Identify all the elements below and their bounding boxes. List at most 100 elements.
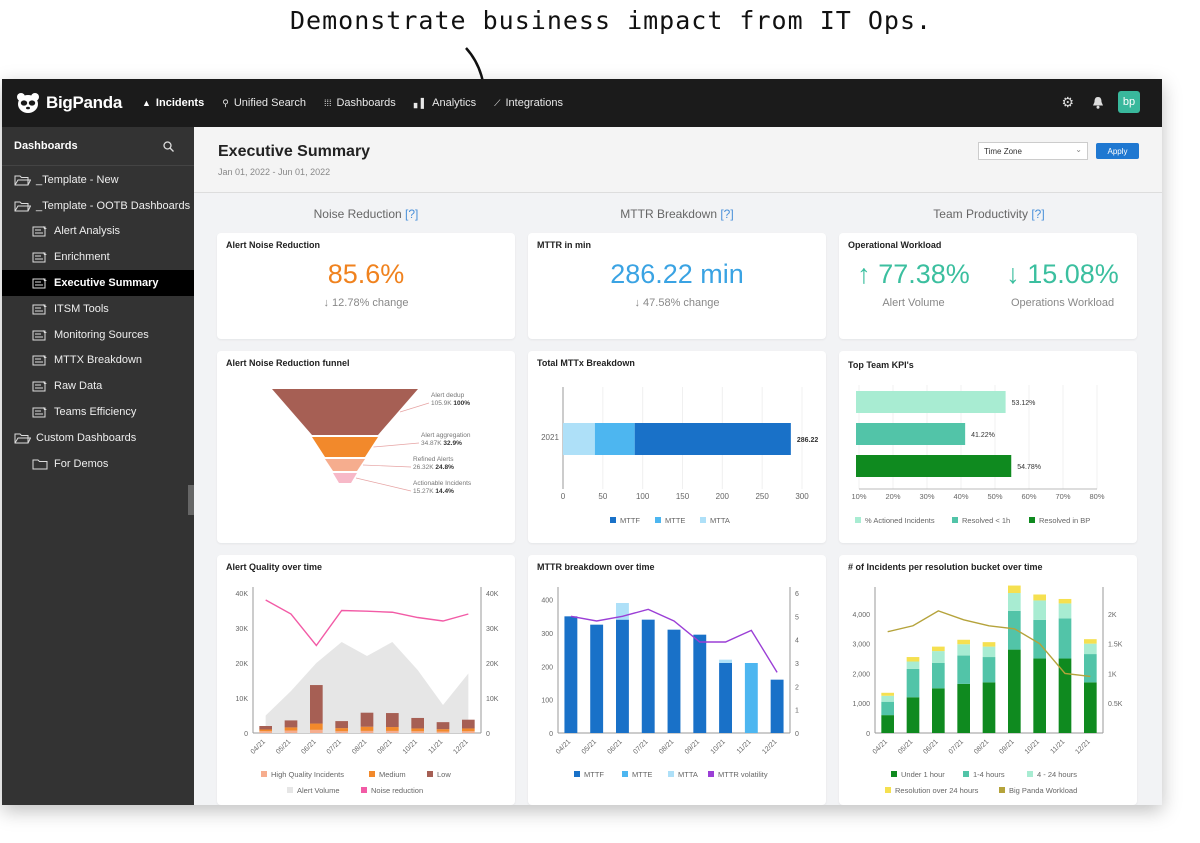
tick-label: 100 xyxy=(636,492,650,501)
dashboard-icon xyxy=(32,407,47,418)
section-noise-reduction: Noise Reduction [?] xyxy=(217,207,515,221)
bar-segment xyxy=(1084,643,1097,655)
timezone-select[interactable]: Time Zone ⌄ xyxy=(978,142,1088,160)
bell-icon[interactable] xyxy=(1092,96,1104,109)
legend-label: 4 - 24 hours xyxy=(1037,770,1077,779)
resolution-bucket-chart: 0 1,000 2,000 3,000 4,000 0.5K 1K 1.5K 2K 04/21 05… xyxy=(852,585,1123,795)
sidebar-item-mttx-breakdown[interactable]: MTTX Breakdown xyxy=(2,348,194,374)
bar-segment xyxy=(360,730,374,733)
tick-label: 07/21 xyxy=(948,738,965,755)
bar-segment xyxy=(616,619,629,733)
data-label: 54.78% xyxy=(1017,464,1041,471)
tick-label: 04/21 xyxy=(555,738,572,755)
sidebar-item-itsm-tools[interactable]: ITSM Tools xyxy=(2,296,194,322)
funnel-leader-line xyxy=(355,477,412,492)
app-window: BigPanda ▲ Incidents ⚲ Unified Search ⁞⁞⁞ D… xyxy=(2,79,1162,805)
kpi-bar xyxy=(856,423,966,445)
sidebar-item-monitoring-sources[interactable]: Monitoring Sources xyxy=(2,322,194,348)
tick-label: 10/21 xyxy=(1024,738,1041,755)
legend-label: Under 1 hour xyxy=(901,770,945,779)
apply-button[interactable]: Apply xyxy=(1096,143,1139,159)
tick-label: 0 xyxy=(561,492,566,501)
legend-swatch xyxy=(427,771,433,777)
nav-analytics[interactable]: ▖▌ Analytics xyxy=(414,97,476,109)
team-kpi-chart: 10% 20% 30% 40% 50% 60% 70% 80% 53.12% 41.22% 54.7… xyxy=(851,385,1105,525)
sidebar-item-label: MTTX Breakdown xyxy=(54,354,143,367)
bar-segment xyxy=(284,730,298,733)
sidebar-item-label: Raw Data xyxy=(54,380,103,393)
kpi-alert-volume: ↑ 77.38% Alert Volume xyxy=(839,233,988,339)
bar-segment xyxy=(881,692,894,696)
bar-segment xyxy=(1058,598,1072,604)
funnel-stage xyxy=(325,459,365,471)
bar-segment xyxy=(564,616,578,733)
bar-segment xyxy=(411,717,424,729)
bar-segment xyxy=(259,731,272,733)
dashboard-icon xyxy=(32,381,47,392)
help-link[interactable]: [?] xyxy=(1031,207,1044,221)
sidebar-item-for-demos[interactable]: For Demos xyxy=(2,451,194,477)
caption-text: Demonstrate business impact from IT Ops. xyxy=(290,6,933,35)
sidebar-item-raw-data[interactable]: Raw Data xyxy=(2,373,194,399)
section-label: MTTR Breakdown xyxy=(620,207,717,221)
nav-label: Incidents xyxy=(155,97,205,109)
bar-segment xyxy=(641,619,655,733)
legend-swatch xyxy=(369,771,375,777)
dashboard-icon xyxy=(32,226,47,237)
brand-logo[interactable]: BigPanda xyxy=(16,92,142,114)
tick-label: 0 xyxy=(795,731,799,738)
chevron-down-icon: ⌄ xyxy=(1075,145,1082,154)
tick-label: 12/21 xyxy=(452,738,469,755)
sidebar-item-enrichment[interactable]: Enrichment xyxy=(2,244,194,270)
sidebar-item-custom-dashboards[interactable]: Custom Dashboards xyxy=(2,425,194,451)
bar-segment xyxy=(1058,603,1072,619)
help-link[interactable]: [?] xyxy=(405,207,418,221)
tick-label: 08/21 xyxy=(973,738,990,755)
tick-label: 80% xyxy=(1089,492,1104,501)
search-icon[interactable] xyxy=(163,140,174,152)
avatar[interactable]: bp xyxy=(1118,91,1140,113)
tick-label: 0.5K xyxy=(1108,701,1123,708)
sidebar-item-teams-efficiency[interactable]: Teams Efficiency xyxy=(2,399,194,425)
resolution-card: # of Incidents per resolution bucket ove… xyxy=(839,555,1137,805)
nav-incidents[interactable]: ▲ Incidents xyxy=(142,97,204,109)
tick-label: 70% xyxy=(1055,492,1070,501)
tick-label: 6 xyxy=(795,591,799,598)
gear-icon[interactable]: ⚙ xyxy=(1061,94,1074,111)
bar-segment xyxy=(462,731,475,733)
funnel-chart: Alert dedup105.9K 100% Alert aggregation3… xyxy=(272,389,472,495)
sidebar-item-template-new[interactable]: _Template - New xyxy=(2,167,194,193)
tick-label: 100 xyxy=(541,698,553,705)
nav-integrations[interactable]: ⟋ Integrations xyxy=(494,97,563,109)
sidebar-item-executive-summary[interactable]: Executive Summary xyxy=(2,270,194,296)
sidebar-item-template-ootb-dashboards[interactable]: _Template - OOTB Dashboards xyxy=(2,193,194,219)
sidebar-item-label: For Demos xyxy=(54,457,109,470)
sidebar-item-alert-analysis[interactable]: Alert Analysis xyxy=(2,219,194,245)
sidebar-list: _Template - New _Template - OOTB Dashboar… xyxy=(2,166,194,477)
bar-segment xyxy=(881,701,894,716)
tick-label: 4 xyxy=(795,638,799,645)
page-header: Executive Summary Jan 01, 2022 - Jun 01,… xyxy=(194,127,1162,193)
bar-segment xyxy=(957,639,970,645)
dashboard-icon xyxy=(32,252,47,263)
bar-segment xyxy=(310,685,323,724)
tick-label: 30K xyxy=(236,626,249,633)
tick-label: 0 xyxy=(549,731,553,738)
tick-label: 1.5K xyxy=(1108,642,1123,649)
nav-dashboards[interactable]: ⁞⁞⁞ Dashboards xyxy=(324,97,396,109)
tick-label: 50% xyxy=(987,492,1002,501)
top-bar: BigPanda ▲ Incidents ⚲ Unified Search ⁞⁞⁞ D… xyxy=(2,79,1162,127)
nav-unified-search[interactable]: ⚲ Unified Search xyxy=(222,97,306,109)
funnel-stage-pct: 32.9% xyxy=(443,440,462,447)
help-link[interactable]: [?] xyxy=(720,207,733,221)
funnel-stage-pct: 100% xyxy=(453,400,470,407)
tick-label: 0 xyxy=(244,731,248,738)
nav-label: Dashboards xyxy=(336,97,396,109)
bar-segment xyxy=(590,624,604,733)
tick-label: 3 xyxy=(795,661,799,668)
legend-label: MTTF xyxy=(620,516,640,525)
funnel-stage-label: Alert dedup xyxy=(431,392,465,399)
folder-icon xyxy=(32,459,48,470)
kpi-change: ↓ 12.78% change xyxy=(323,297,409,309)
bar-chart-icon: ▖▌ xyxy=(413,97,428,108)
